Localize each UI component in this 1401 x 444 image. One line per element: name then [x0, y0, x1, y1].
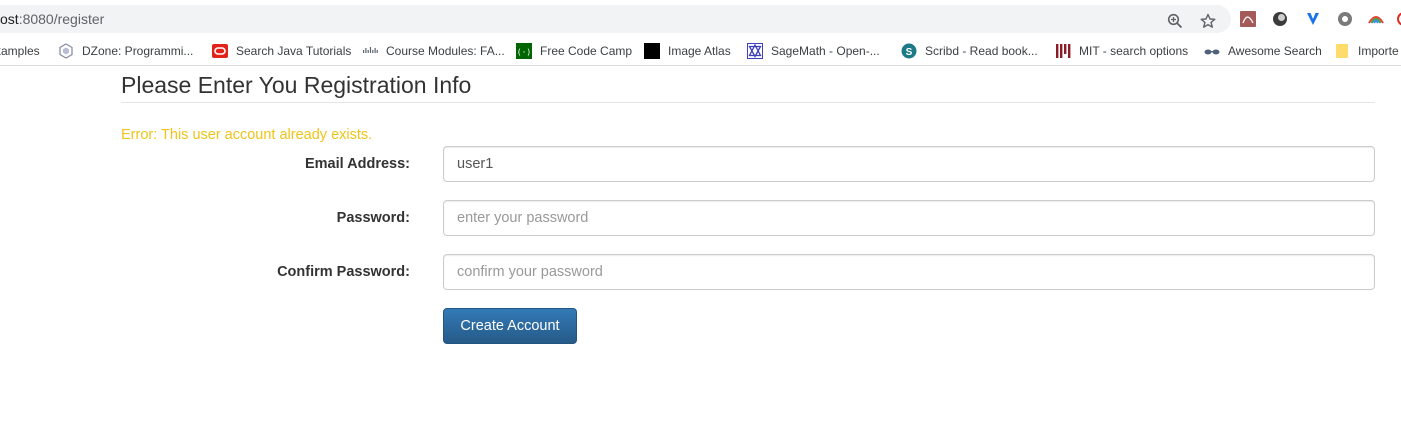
- confirm-password-label: Confirm Password:: [277, 264, 410, 280]
- url-path: :8080/register: [18, 11, 105, 27]
- confirm-password-field[interactable]: [443, 254, 1375, 290]
- url-text[interactable]: ost:8080/register: [0, 11, 104, 27]
- glasses-icon: [1204, 43, 1220, 59]
- svg-text:S: S: [906, 47, 913, 58]
- dark-circle-extension-icon[interactable]: [1272, 11, 1288, 27]
- bookmark-label: Image Atlas: [668, 44, 731, 58]
- rainbow-extension-icon[interactable]: [1368, 11, 1384, 27]
- v-extension-icon[interactable]: [1305, 11, 1321, 27]
- mit-icon: [1055, 43, 1071, 59]
- bookmark-examples[interactable]: xamples: [0, 42, 40, 60]
- create-account-button[interactable]: Create Account: [443, 308, 577, 344]
- bookmark-label: Awesome Search: [1228, 44, 1322, 58]
- dzone-icon: [58, 43, 74, 59]
- bookmark-label: MIT - search options: [1079, 44, 1189, 58]
- bookmark-star-icon[interactable]: [1200, 13, 1216, 29]
- sagemath-icon: [747, 43, 763, 59]
- gray-extension-icon[interactable]: [1337, 11, 1353, 27]
- bookmark-awesome-search[interactable]: Awesome Search: [1204, 42, 1322, 60]
- bookmark-scribd[interactable]: S Scribd - Read book...: [901, 42, 1038, 60]
- scribd-icon: S: [901, 43, 917, 59]
- bookmark-image-atlas[interactable]: Image Atlas: [644, 42, 731, 60]
- bookmark-label: Scribd - Read book...: [925, 44, 1038, 58]
- folder-icon: [1334, 43, 1350, 59]
- oracle-icon: [212, 43, 228, 59]
- bookmark-label: xamples: [0, 44, 40, 58]
- bookmark-label: Importe: [1358, 44, 1399, 58]
- bookmark-java-tutorials[interactable]: Search Java Tutorials: [212, 42, 351, 60]
- title-divider: [121, 102, 1375, 103]
- email-field[interactable]: [443, 146, 1375, 182]
- password-field[interactable]: [443, 200, 1375, 236]
- bookmark-mit-search[interactable]: MIT - search options: [1055, 42, 1188, 60]
- image-atlas-icon: [644, 43, 660, 59]
- bookmarks-bar: xamples DZone: Programmi... Search Java …: [0, 37, 1401, 66]
- email-label: Email Address:: [304, 156, 410, 172]
- bookmark-dzone[interactable]: DZone: Programmi...: [58, 42, 193, 60]
- cisco-icon: [362, 43, 378, 59]
- browser-toolbar: ost:8080/register: [0, 0, 1401, 37]
- bookmark-label: DZone: Programmi...: [82, 44, 194, 58]
- page-title: Please Enter You Registration Info: [121, 72, 472, 98]
- zoom-icon[interactable]: [1167, 13, 1183, 29]
- bookmark-sagemath[interactable]: SageMath - Open-...: [747, 42, 880, 60]
- password-label: Password:: [336, 210, 410, 226]
- bookmark-course-modules[interactable]: Course Modules: FA...: [362, 42, 505, 60]
- url-host: ost: [0, 11, 19, 27]
- error-message: Error: This user account already exists.: [121, 127, 373, 143]
- bookmark-label: SageMath - Open-...: [771, 44, 880, 58]
- address-bar[interactable]: ost:8080/register: [0, 5, 1231, 33]
- bookmark-free-code-camp[interactable]: (·) Free Code Camp: [516, 42, 632, 60]
- svg-text:(·): (·): [517, 48, 531, 57]
- bookmark-label: Course Modules: FA...: [386, 44, 505, 58]
- bookmark-label: Search Java Tutorials: [236, 44, 352, 58]
- freecodecamp-icon: (·): [516, 43, 532, 59]
- pdf-extension-icon[interactable]: [1240, 11, 1256, 27]
- bookmark-imported-folder[interactable]: Importe: [1334, 42, 1399, 60]
- red-extension-icon[interactable]: [1396, 11, 1401, 27]
- bookmark-label: Free Code Camp: [540, 44, 633, 58]
